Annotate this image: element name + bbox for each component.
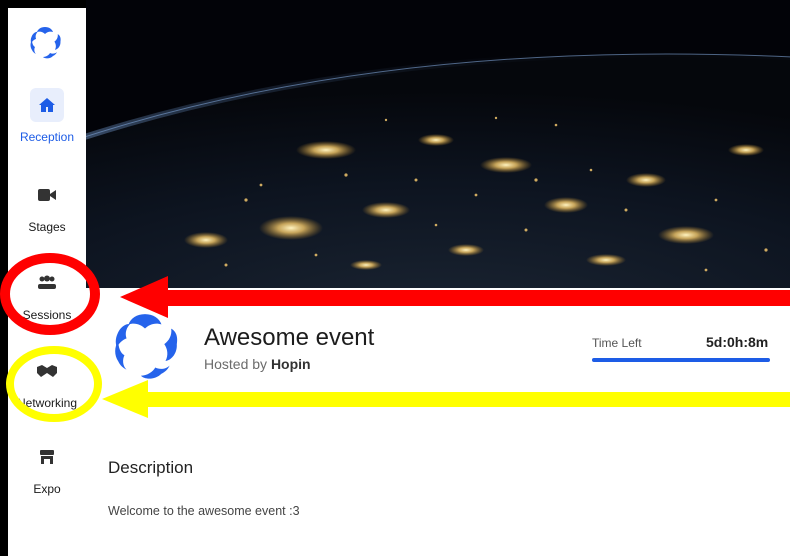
- event-info-panel: Awesome event Hosted by Hopin Time Left …: [86, 288, 790, 556]
- sidebar-item-networking[interactable]: Networking: [8, 354, 86, 410]
- sidebar-item-label: Reception: [19, 130, 75, 144]
- sidebar-item-label: Networking: [16, 396, 78, 410]
- description-text: Welcome to the awesome event :3: [108, 504, 300, 518]
- event-banner-image: [86, 0, 790, 288]
- time-left-progress-fill: [592, 358, 770, 362]
- group-icon: [30, 266, 64, 300]
- sidebar-item-sessions[interactable]: Sessions: [8, 266, 86, 322]
- time-left-label: Time Left: [592, 336, 642, 350]
- description-heading: Description: [108, 458, 194, 477]
- sidebar-item-stages[interactable]: Stages: [8, 178, 86, 234]
- event-title: Awesome event: [204, 324, 375, 351]
- sidebar-item-label: Sessions: [22, 308, 72, 322]
- video-camera-icon: [30, 178, 64, 212]
- sidebar: Reception Stages Sessions Networking Exp…: [8, 8, 87, 556]
- hosted-by-prefix: Hosted by: [204, 356, 271, 372]
- sidebar-item-reception[interactable]: Reception: [8, 88, 86, 144]
- event-host: Hosted by Hopin: [204, 356, 311, 372]
- time-left-value: 5d:0h:8m: [706, 334, 769, 350]
- host-name[interactable]: Hopin: [271, 356, 311, 372]
- event-logo-icon: [108, 310, 182, 384]
- sidebar-item-label: Expo: [33, 482, 61, 496]
- sidebar-item-expo[interactable]: Expo: [8, 440, 86, 496]
- handshake-icon: [30, 354, 64, 388]
- hopin-logo-icon[interactable]: [25, 18, 65, 68]
- time-left-progress: [592, 358, 770, 362]
- home-icon: [30, 88, 64, 122]
- booth-icon: [30, 440, 64, 474]
- sidebar-item-label: Stages: [28, 220, 66, 234]
